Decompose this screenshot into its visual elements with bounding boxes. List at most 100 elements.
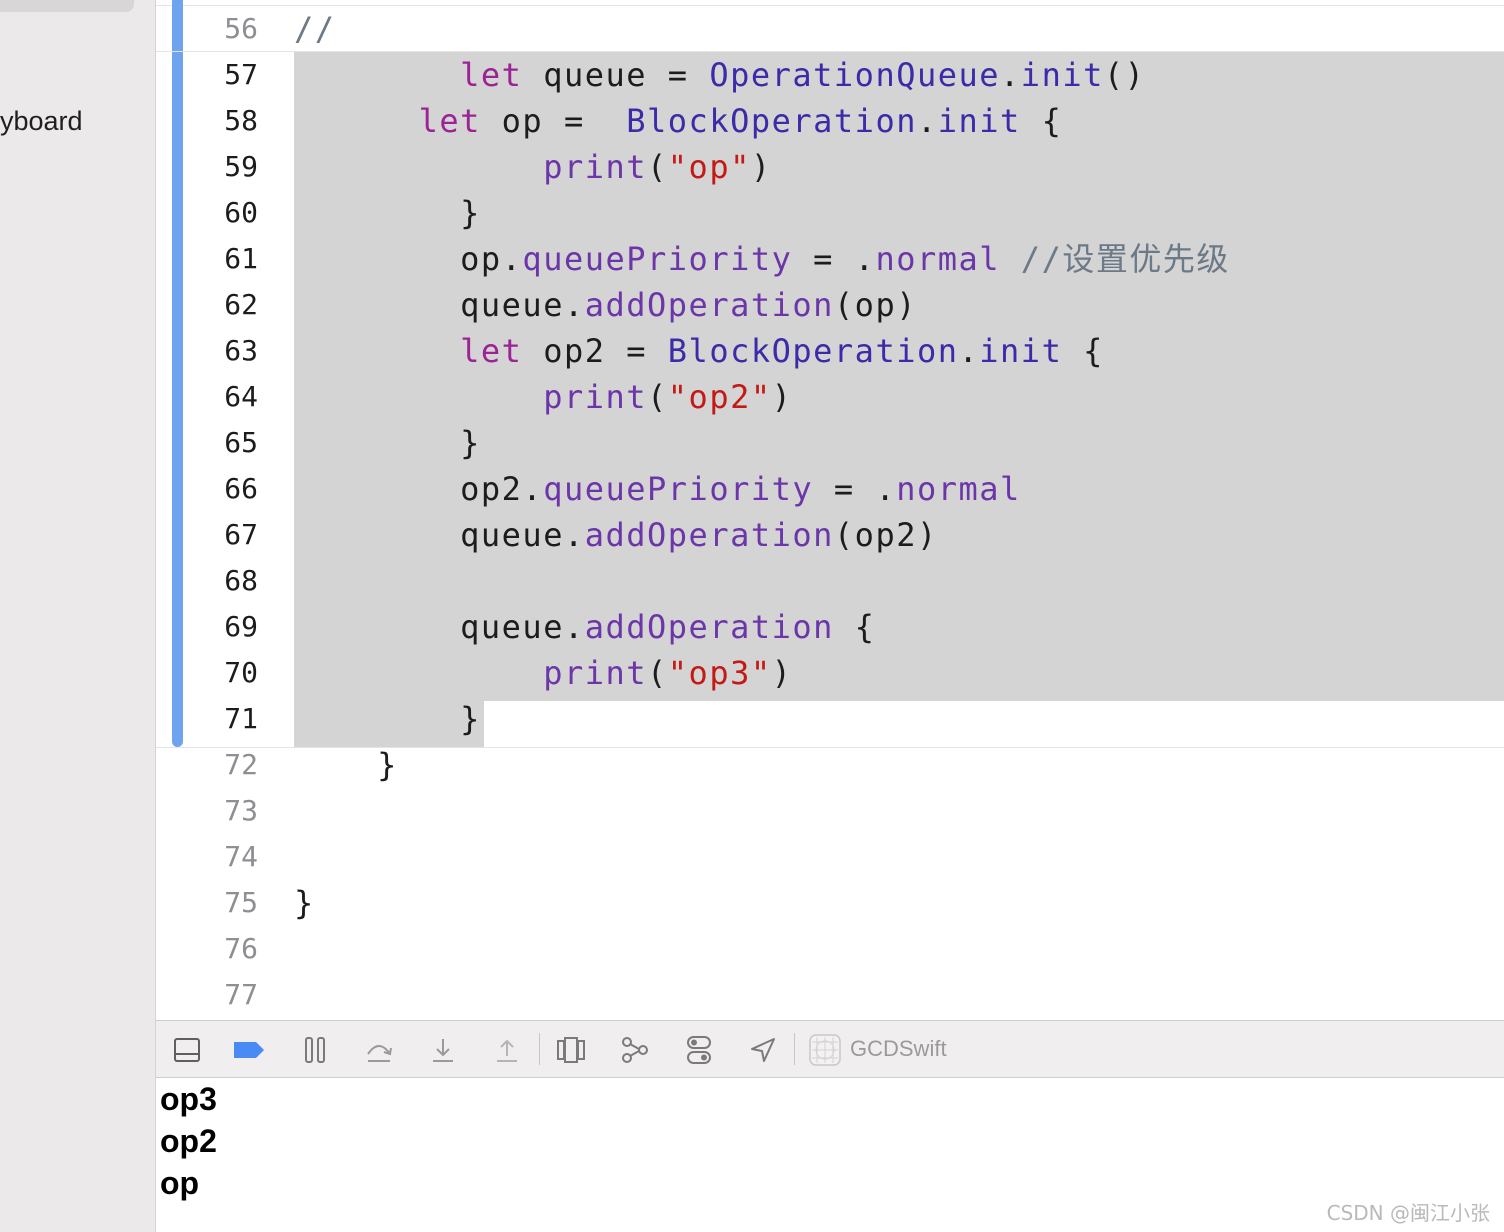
code-token: } (294, 884, 315, 922)
line-number[interactable]: 66 (186, 466, 258, 512)
line-number[interactable]: 59 (186, 144, 258, 190)
code-line[interactable]: 67 queue.addOperation(op2) (156, 512, 1504, 558)
code-text[interactable]: let op = BlockOperation.init { (294, 98, 1062, 144)
line-number[interactable]: 69 (186, 604, 258, 650)
console-output[interactable]: op3 op2 op CSDN @闽江小张 (156, 1078, 1504, 1232)
line-number[interactable]: 70 (186, 650, 258, 696)
code-token: . (1000, 56, 1021, 94)
code-editor[interactable]: 56 // 57 let queue = OperationQueue.init()… (156, 0, 1504, 1020)
code-token: addOperation (584, 516, 834, 554)
code-text[interactable]: print("op3") (294, 650, 792, 696)
code-line[interactable]: 56 // (156, 6, 1504, 52)
code-token: // (294, 10, 336, 48)
code-text[interactable]: queue.addOperation(op) (294, 282, 917, 328)
line-number[interactable]: 77 (186, 972, 258, 1018)
code-line[interactable]: 68 (156, 558, 1504, 604)
sidebar-item-label[interactable]: yboard (0, 106, 83, 137)
step-out-icon[interactable] (490, 1033, 524, 1067)
panel-bottom-icon[interactable] (170, 1033, 204, 1067)
line-number[interactable]: 64 (186, 374, 258, 420)
line-number[interactable]: 75 (186, 880, 258, 926)
line-number[interactable]: 60 (186, 190, 258, 236)
toolbar-divider (539, 1033, 540, 1065)
code-line[interactable]: 74 (156, 834, 1504, 880)
code-text[interactable]: let queue = OperationQueue.init() (294, 52, 1145, 98)
code-text[interactable]: op.queuePriority = .normal //设置优先级 (294, 236, 1230, 282)
code-line[interactable]: 60 } (156, 190, 1504, 236)
code-line[interactable]: 57 let queue = OperationQueue.init() (156, 52, 1504, 98)
code-token: "op3" (667, 654, 772, 692)
code-text[interactable]: } (294, 420, 481, 466)
code-text[interactable]: print("op2") (294, 374, 792, 420)
memory-graph-icon[interactable] (618, 1033, 652, 1067)
code-text[interactable]: } (294, 880, 315, 926)
code-line[interactable]: 65 } (156, 420, 1504, 466)
app-scheme-icon[interactable] (808, 1033, 842, 1067)
code-line[interactable]: 73 (156, 788, 1504, 834)
console-line: op2 (160, 1123, 217, 1159)
code-token: addOperation (584, 286, 834, 324)
code-line[interactable]: 58 let op = BlockOperation.init { (156, 98, 1504, 144)
code-text[interactable]: } (294, 696, 481, 742)
line-number[interactable]: 68 (186, 558, 258, 604)
location-arrow-icon[interactable] (746, 1033, 780, 1067)
code-token: queuePriority (543, 470, 814, 508)
view-debugger-icon[interactable] (554, 1033, 588, 1067)
code-text[interactable]: // (294, 6, 336, 52)
line-number[interactable]: 71 (186, 696, 258, 742)
sidebar-selected-row[interactable] (0, 0, 134, 12)
code-line[interactable]: 75} (156, 880, 1504, 926)
line-number[interactable]: 76 (186, 926, 258, 972)
editor-bottom-divider (156, 747, 1504, 748)
code-text[interactable]: } (294, 742, 398, 788)
code-token: } (294, 424, 481, 462)
line-number[interactable]: 56 (186, 6, 258, 52)
code-text[interactable]: print("op") (294, 144, 772, 190)
code-line[interactable]: 77 (156, 972, 1504, 1018)
line-number[interactable]: 65 (186, 420, 258, 466)
code-text[interactable]: op2.queuePriority = .normal (294, 466, 1021, 512)
code-line[interactable]: 61 op.queuePriority = .normal //设置优先级 (156, 236, 1504, 282)
code-line[interactable]: 71 } (156, 696, 1504, 742)
breakpoint-icon[interactable] (232, 1033, 266, 1067)
toggles-icon[interactable] (682, 1033, 716, 1067)
line-number[interactable]: 74 (186, 834, 258, 880)
line-number[interactable]: 63 (186, 328, 258, 374)
code-line[interactable]: 63 let op2 = BlockOperation.init { (156, 328, 1504, 374)
code-token: } (294, 746, 398, 784)
line-number[interactable]: 67 (186, 512, 258, 558)
line-number[interactable]: 57 (186, 52, 258, 98)
code-text[interactable]: let op2 = BlockOperation.init { (294, 328, 1104, 374)
debug-bar: GCDSwift (156, 1020, 1504, 1078)
line-number[interactable]: 58 (186, 98, 258, 144)
code-token: = . (813, 470, 897, 508)
code-line[interactable]: 72 } (156, 742, 1504, 788)
navigator-sidebar: yboard (0, 0, 156, 1232)
step-into-icon[interactable] (426, 1033, 460, 1067)
scheme-label[interactable]: GCDSwift (850, 1036, 947, 1062)
code-line[interactable]: 76 (156, 926, 1504, 972)
code-text[interactable]: queue.addOperation { (294, 604, 875, 650)
code-line[interactable]: 66 op2.queuePriority = .normal (156, 466, 1504, 512)
code-line[interactable]: 69 queue.addOperation { (156, 604, 1504, 650)
code-token: //设置优先级 (1020, 240, 1230, 278)
code-token: init (979, 332, 1063, 370)
line-number[interactable]: 72 (186, 742, 258, 788)
code-text[interactable]: } (294, 190, 481, 236)
code-line[interactable]: 62 queue.addOperation(op) (156, 282, 1504, 328)
line-number[interactable]: 62 (186, 282, 258, 328)
code-line[interactable]: 64 print("op2") (156, 374, 1504, 420)
code-line[interactable]: 59 print("op") (156, 144, 1504, 190)
code-token: queue. (294, 516, 585, 554)
line-number[interactable]: 73 (186, 788, 258, 834)
code-text[interactable]: queue.addOperation(op2) (294, 512, 938, 558)
code-token: queuePriority (522, 240, 793, 278)
code-token: print (543, 654, 648, 692)
line-number[interactable]: 61 (186, 236, 258, 282)
step-over-icon[interactable] (362, 1033, 396, 1067)
pause-icon[interactable] (298, 1033, 332, 1067)
code-line[interactable]: 70 print("op3") (156, 650, 1504, 696)
